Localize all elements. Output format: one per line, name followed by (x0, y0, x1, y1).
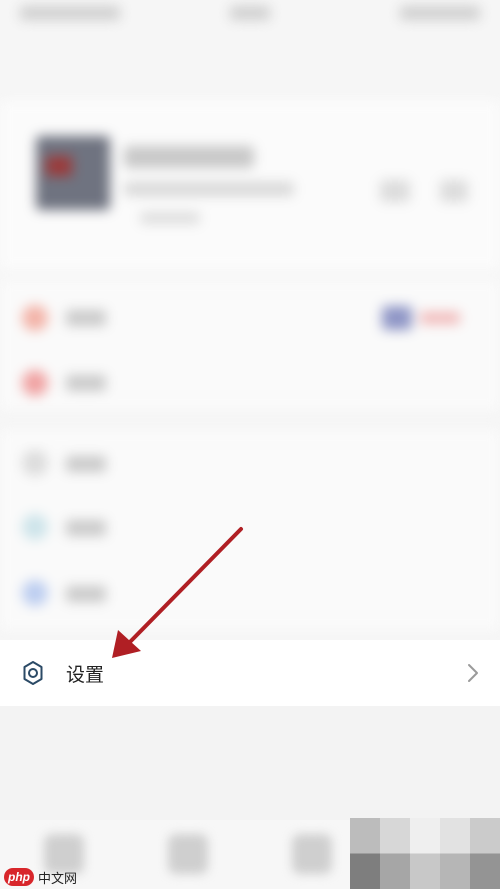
status-bar (0, 0, 500, 28)
blurred-card-1 (0, 280, 500, 410)
tab-3[interactable] (292, 834, 332, 874)
pixelated-region (350, 818, 500, 889)
settings-label: 设置 (66, 664, 105, 686)
php-logo: php (4, 868, 34, 886)
blurred-card-2 (0, 430, 500, 630)
chevron-right-icon (466, 662, 480, 684)
watermark-text: 中文网 (38, 871, 78, 887)
gear-icon (20, 660, 46, 686)
watermark: php 中文网 (4, 868, 78, 887)
tab-2[interactable] (168, 834, 208, 874)
blurred-profile-page (0, 0, 500, 640)
avatar (36, 136, 110, 210)
profile-card (0, 100, 500, 270)
settings-row[interactable]: 设置 (0, 640, 500, 706)
